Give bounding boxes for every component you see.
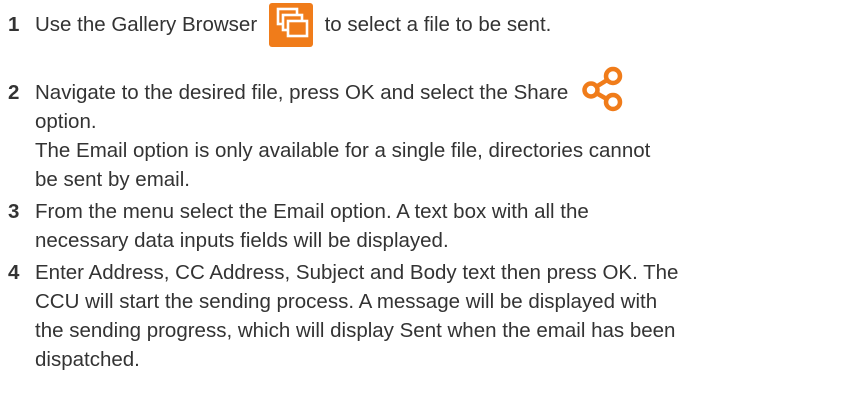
step-1: 1 Use the Gallery Browser to select a fi… xyxy=(8,2,858,47)
step-line: Navigate to the desired file, press OK a… xyxy=(35,66,858,111)
step-line: CCU will start the sending process. A me… xyxy=(35,290,658,313)
step-line: From the menu select the Email option. A… xyxy=(35,200,589,223)
step-note-line: be sent by email. xyxy=(35,168,190,191)
step-number: 4 xyxy=(8,261,20,284)
step-3: 3 From the menu select the Email option.… xyxy=(8,197,858,255)
step-note-line: The Email option is only available for a… xyxy=(35,139,651,162)
step-line: option. xyxy=(35,110,97,133)
step-2: 2 Navigate to the desired file, press OK… xyxy=(8,66,858,194)
step-line: dispatched. xyxy=(35,348,140,371)
step-body: From the menu select the Email option. A… xyxy=(35,197,858,255)
step-4: 4 Enter Address, CC Address, Subject and… xyxy=(8,258,858,374)
step-body: Use the Gallery Browser to select a file… xyxy=(35,2,858,47)
step-line: Use the Gallery Browser to select a file… xyxy=(35,2,858,47)
step-number: 3 xyxy=(8,200,20,223)
step-text: Use the Gallery Browser xyxy=(35,13,258,36)
step-number: 1 xyxy=(8,13,20,36)
step-text: to select a file to be sent. xyxy=(324,13,552,36)
step-line: the sending progress, which will display… xyxy=(35,319,676,342)
step-line: Enter Address, CC Address, Subject and B… xyxy=(35,261,679,284)
step-body: Navigate to the desired file, press OK a… xyxy=(35,66,858,194)
step-number: 2 xyxy=(8,81,20,104)
share-icon xyxy=(580,66,626,112)
step-line: necessary data inputs fields will be dis… xyxy=(35,229,449,252)
step-body: Enter Address, CC Address, Subject and B… xyxy=(35,258,858,374)
step-text: Navigate to the desired file, press OK a… xyxy=(35,81,569,104)
gallery-browser-icon xyxy=(268,2,313,47)
